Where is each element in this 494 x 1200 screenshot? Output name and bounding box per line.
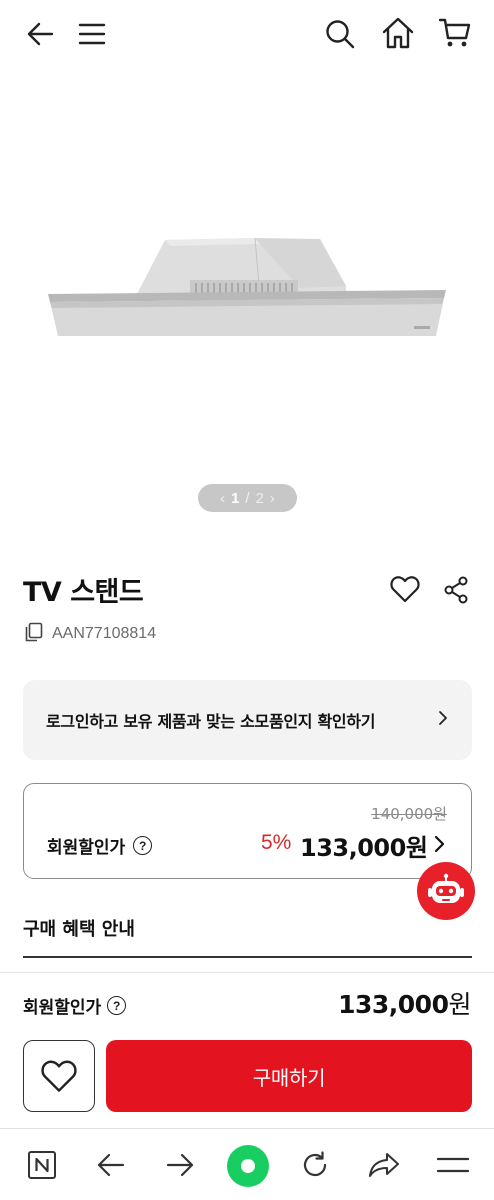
hamburger-menu-icon[interactable] (74, 16, 110, 52)
forward-arrow-icon[interactable] (163, 1149, 197, 1181)
model-number: AAN77108814 (52, 625, 157, 642)
bottom-price-unit: 원 (448, 990, 471, 1019)
divider (23, 956, 472, 958)
menu-icon[interactable] (435, 1149, 471, 1181)
discount-rate: 5% (261, 831, 292, 854)
buy-button[interactable]: 구매하기 (106, 1040, 472, 1112)
chatbot-robot-icon[interactable] (417, 862, 475, 920)
login-check-text: 로그인하고 보유 제품과 맞는 소모품인지 확인하기 (46, 712, 376, 731)
pager-separator: / (245, 489, 250, 507)
heart-icon (41, 1060, 77, 1092)
back-arrow-icon[interactable] (94, 1149, 128, 1181)
chevron-right-icon (438, 710, 448, 730)
bottom-member-price-label: 회원할인가 (23, 998, 102, 1018)
wishlist-heart-icon[interactable] (388, 572, 422, 606)
pager-current: 1 (231, 489, 240, 507)
refresh-icon[interactable] (298, 1148, 332, 1182)
home-icon[interactable] (379, 14, 417, 52)
wishlist-button[interactable] (23, 1040, 95, 1112)
product-title: TV 스탠드 (23, 577, 144, 608)
member-price-label-row: 회원할인가 ? (47, 833, 153, 858)
model-number-row[interactable]: AAN77108814 (24, 622, 156, 646)
help-question-icon[interactable]: ? (107, 996, 127, 1015)
purchase-benefit-title[interactable]: 구매 혜택 안내 (23, 915, 135, 941)
naver-n-icon[interactable] (26, 1149, 58, 1181)
member-price-box[interactable]: 140,000원 회원할인가 ? 5% 133,000원 (23, 783, 472, 879)
pager-total: 2 (255, 489, 264, 507)
help-question-icon[interactable]: ? (133, 836, 153, 855)
member-price-label: 회원할인가 (47, 838, 126, 858)
chevron-right-icon (434, 835, 445, 857)
member-price: 133,000원 (300, 834, 428, 862)
image-pager[interactable]: ‹ 1 / 2 › (198, 484, 297, 512)
top-header (0, 0, 494, 68)
copy-icon[interactable] (24, 622, 44, 646)
pager-prev-icon[interactable]: ‹ (220, 490, 225, 507)
bottom-price-number: 133,000 (338, 990, 449, 1019)
back-arrow-icon[interactable] (22, 16, 58, 52)
pager-next-icon[interactable]: › (270, 490, 275, 507)
share-arrow-icon[interactable] (366, 1149, 402, 1181)
login-check-banner[interactable]: 로그인하고 보유 제품과 맞는 소모품인지 확인하기 (23, 680, 472, 760)
share-icon[interactable] (441, 574, 471, 606)
green-home-dot-icon[interactable] (227, 1145, 269, 1187)
search-icon[interactable] (322, 16, 358, 52)
bottom-member-price-label-row: 회원할인가 ? (23, 993, 127, 1018)
product-image[interactable] (0, 68, 494, 538)
bottom-member-price: 133,000원 (338, 985, 471, 1021)
browser-bottom-bar (0, 1128, 494, 1200)
original-price: 140,000원 (371, 805, 447, 823)
cart-icon[interactable] (436, 14, 474, 52)
